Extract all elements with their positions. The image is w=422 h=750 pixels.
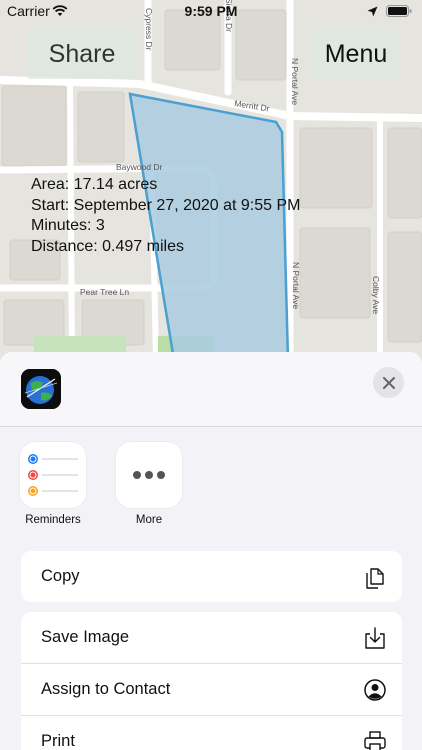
action-label: Copy <box>41 567 80 585</box>
menu-button[interactable]: Menu <box>313 29 399 79</box>
action-label: Print <box>41 732 75 750</box>
action-group-main: Save Image Assign to Contact Print <box>21 612 402 750</box>
action-save-image[interactable]: Save Image <box>21 612 402 663</box>
app-icon <box>21 369 61 409</box>
more-icon <box>116 442 182 508</box>
street-label-portal-bottom: N Portal Ave <box>291 262 301 309</box>
street-label-baywood: Baywood Dr <box>116 162 162 172</box>
street-label-pear-tree: Pear Tree Ln <box>80 287 129 297</box>
close-icon <box>382 376 395 389</box>
close-button[interactable] <box>373 367 404 398</box>
share-sheet: Reminders More Copy Save Image Assign to… <box>0 352 422 750</box>
share-apps-row: Reminders More <box>0 442 422 532</box>
share-button[interactable]: Share <box>28 29 136 79</box>
globe-icon <box>21 369 61 409</box>
area-info-overlay: Area: 17.14 acres Start: September 27, 2… <box>31 175 301 257</box>
action-label: Save Image <box>41 628 130 646</box>
minutes-text: Minutes: 3 <box>31 217 105 234</box>
contact-icon <box>364 679 386 701</box>
action-group-copy: Copy <box>21 551 402 602</box>
street-label-colby: Colby Ave <box>371 276 381 314</box>
battery-icon <box>386 4 412 20</box>
status-time: 9:59 PM <box>184 3 238 19</box>
share-app-label: Reminders <box>25 514 81 526</box>
copy-icon <box>366 568 384 589</box>
street-label-portal-top: N Portal Ave <box>290 58 300 105</box>
area-text: Area: 17.14 acres <box>31 176 158 193</box>
action-assign-to-contact[interactable]: Assign to Contact <box>21 663 402 715</box>
action-copy[interactable]: Copy <box>21 551 402 602</box>
share-app-reminders[interactable]: Reminders <box>20 442 86 526</box>
save-image-icon <box>365 627 385 649</box>
location-arrow-icon <box>367 4 378 20</box>
action-print[interactable]: Print <box>21 715 402 750</box>
reminders-icon <box>20 442 86 508</box>
print-icon <box>364 731 386 750</box>
share-app-label: More <box>135 514 163 526</box>
distance-text: Distance: 0.497 miles <box>31 237 184 255</box>
share-sheet-header <box>0 352 422 427</box>
start-text: Start: September 27, 2020 at 9:55 PM <box>31 196 301 214</box>
share-app-more[interactable]: More <box>116 442 182 526</box>
action-label: Assign to Contact <box>41 680 171 698</box>
status-bar: Carrier 9:59 PM <box>0 0 422 22</box>
